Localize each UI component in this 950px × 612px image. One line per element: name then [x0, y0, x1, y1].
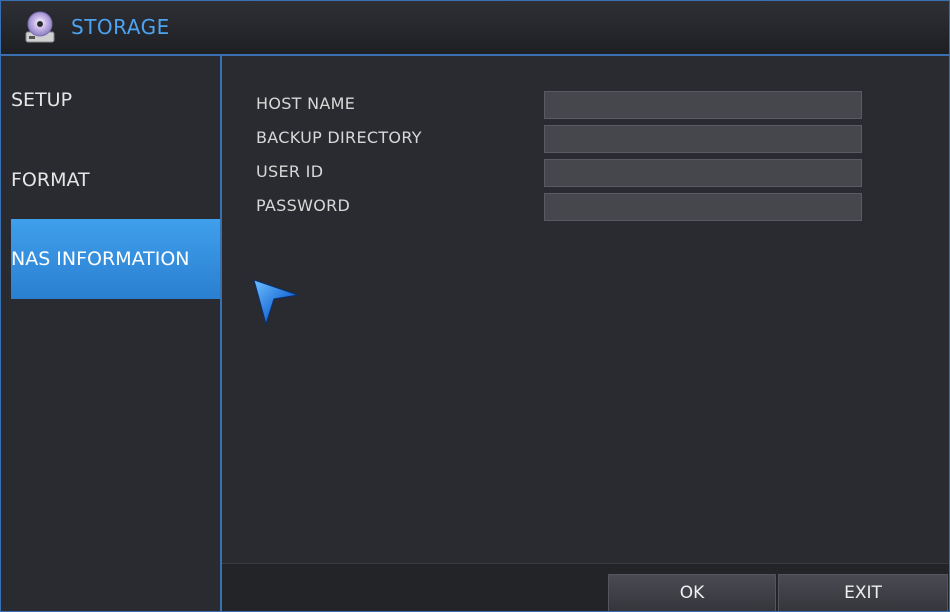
password-label: PASSWORD	[256, 196, 351, 215]
sidebar: SETUP FORMAT NAS INFORMATION	[1, 56, 222, 611]
footer-bar: OK EXIT	[222, 563, 949, 611]
host-name-input[interactable]	[544, 91, 862, 119]
sidebar-item-setup[interactable]: SETUP	[11, 60, 220, 140]
user-id-label: USER ID	[256, 162, 324, 181]
sidebar-item-nas-information[interactable]: NAS INFORMATION	[11, 219, 220, 299]
backup-directory-row: BACKUP DIRECTORY	[256, 125, 916, 155]
mouse-pointer-icon	[253, 279, 299, 326]
backup-directory-label: BACKUP DIRECTORY	[256, 128, 422, 147]
host-name-label: HOST NAME	[256, 94, 356, 113]
ok-button[interactable]: OK	[608, 574, 776, 611]
password-input[interactable]	[544, 193, 862, 221]
disc-drive-icon	[25, 11, 55, 43]
exit-button[interactable]: EXIT	[778, 574, 948, 611]
nas-information-panel: HOST NAME BACKUP DIRECTORY USER ID PASSW…	[222, 56, 949, 563]
sidebar-item-label: NAS INFORMATION	[11, 248, 190, 270]
storage-window: STORAGE SETUP FORMAT NAS INFORMATION HOS…	[0, 0, 950, 612]
sidebar-item-label: SETUP	[11, 89, 73, 111]
password-row: PASSWORD	[256, 193, 916, 223]
window-title: STORAGE	[71, 15, 170, 39]
backup-directory-input[interactable]	[544, 125, 862, 153]
user-id-input[interactable]	[544, 159, 862, 187]
sidebar-item-format[interactable]: FORMAT	[11, 140, 220, 220]
user-id-row: USER ID	[256, 159, 916, 189]
host-name-row: HOST NAME	[256, 91, 916, 121]
title-bar: STORAGE	[1, 1, 949, 56]
sidebar-item-label: FORMAT	[11, 169, 90, 191]
